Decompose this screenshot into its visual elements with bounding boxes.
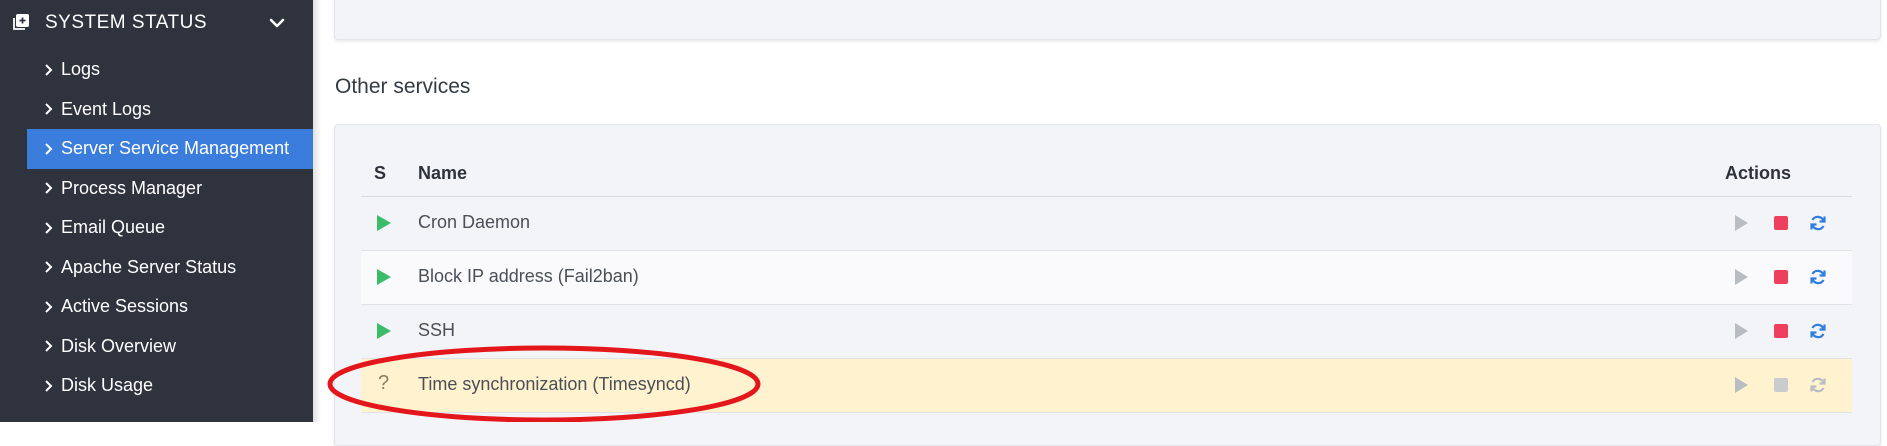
section-title: Other services bbox=[335, 75, 471, 98]
chevron-right-icon bbox=[45, 301, 53, 313]
sidebar-item-label: Active Sessions bbox=[61, 296, 189, 317]
restart-icon[interactable] bbox=[1809, 322, 1827, 340]
previous-card bbox=[334, 0, 1881, 40]
sidebar-item-process-manager[interactable]: Process Manager bbox=[27, 169, 313, 209]
sidebar-section-label: SYSTEM STATUS bbox=[45, 12, 208, 33]
restart-icon[interactable] bbox=[1809, 268, 1827, 286]
sidebar-item-label: Disk Usage bbox=[61, 375, 154, 396]
restart-icon[interactable] bbox=[1809, 376, 1827, 394]
table-header: S Name Actions bbox=[361, 156, 1852, 197]
sidebar-item-label: Process Manager bbox=[61, 177, 203, 198]
sidebar-item-apache-server-status[interactable]: Apache Server Status bbox=[27, 248, 313, 288]
sidebar-section-system-status[interactable]: SYSTEM STATUS bbox=[0, 0, 313, 46]
services-table: S Name Actions Cron Daemon Block IP addr… bbox=[361, 156, 1852, 413]
service-name: SSH bbox=[418, 320, 456, 340]
chevron-right-icon bbox=[45, 143, 53, 155]
running-status-icon bbox=[377, 269, 391, 285]
unknown-status-icon: ? bbox=[378, 372, 390, 394]
column-header-status: S bbox=[374, 163, 387, 183]
sidebar-item-label: Server Service Management bbox=[61, 138, 290, 159]
sidebar-item-label: Email Queue bbox=[61, 217, 166, 238]
sidebar-item-label: Logs bbox=[61, 59, 101, 80]
sidebar-item-label: Event Logs bbox=[61, 98, 152, 119]
chevron-right-icon bbox=[45, 103, 53, 115]
restart-icon[interactable] bbox=[1809, 214, 1827, 232]
chevron-right-icon bbox=[45, 182, 53, 194]
sidebar-item-label: Disk Overview bbox=[61, 335, 177, 356]
chevron-right-icon bbox=[45, 261, 53, 273]
stop-icon[interactable] bbox=[1772, 214, 1790, 232]
sidebar: SYSTEM STATUS Logs Event Logs Server Ser… bbox=[0, 0, 313, 422]
stop-icon[interactable] bbox=[1772, 376, 1790, 394]
start-icon[interactable] bbox=[1732, 268, 1750, 286]
plus-square-icon bbox=[13, 14, 29, 30]
sidebar-item-active-sessions[interactable]: Active Sessions bbox=[27, 287, 313, 327]
column-header-name: Name bbox=[418, 163, 468, 183]
start-icon[interactable] bbox=[1732, 214, 1750, 232]
chevron-down-icon[interactable] bbox=[268, 14, 286, 32]
table-row: Cron Daemon bbox=[361, 197, 1852, 251]
column-header-actions: Actions bbox=[1725, 163, 1792, 183]
sidebar-item-server-service-management[interactable]: Server Service Management bbox=[27, 129, 313, 169]
chevron-right-icon bbox=[45, 380, 53, 392]
sidebar-item-logs[interactable]: Logs bbox=[27, 50, 313, 90]
table-row: Block IP address (Fail2ban) bbox=[361, 251, 1852, 305]
service-name: Time synchronization (Timesyncd) bbox=[418, 374, 691, 394]
service-name: Cron Daemon bbox=[418, 212, 531, 232]
chevron-right-icon bbox=[45, 222, 53, 234]
sidebar-menu: Logs Event Logs Server Service Managemen… bbox=[27, 50, 313, 406]
running-status-icon bbox=[377, 215, 391, 231]
sidebar-item-event-logs[interactable]: Event Logs bbox=[27, 90, 313, 130]
stop-icon[interactable] bbox=[1772, 322, 1790, 340]
chevron-right-icon bbox=[45, 340, 53, 352]
service-name: Block IP address (Fail2ban) bbox=[418, 266, 639, 286]
sidebar-item-disk-overview[interactable]: Disk Overview bbox=[27, 327, 313, 367]
sidebar-item-label: Apache Server Status bbox=[61, 256, 237, 277]
sidebar-item-email-queue[interactable]: Email Queue bbox=[27, 208, 313, 248]
start-icon[interactable] bbox=[1732, 376, 1750, 394]
start-icon[interactable] bbox=[1732, 322, 1750, 340]
table-row: SSH bbox=[361, 305, 1852, 359]
stop-icon[interactable] bbox=[1772, 268, 1790, 286]
table-row: ? Time synchronization (Timesyncd) bbox=[361, 359, 1852, 413]
running-status-icon bbox=[377, 323, 391, 339]
sidebar-item-disk-usage[interactable]: Disk Usage bbox=[27, 366, 313, 406]
chevron-right-icon bbox=[45, 64, 53, 76]
sidebar-shadow bbox=[313, 0, 321, 422]
